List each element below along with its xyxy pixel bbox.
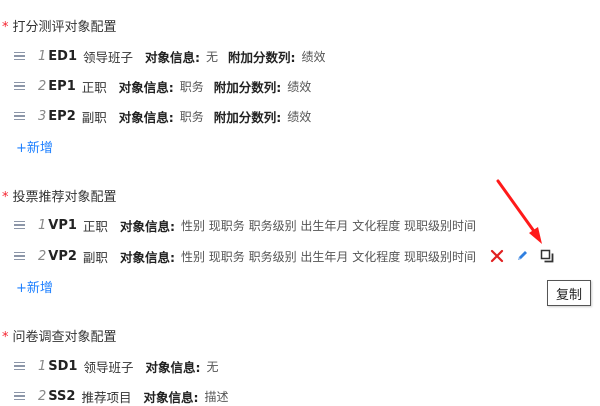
list-item: 2 EP1 正职 对象信息: 职务 附加分数列: 绩效 — [14, 76, 321, 96]
delete-button[interactable] — [488, 247, 506, 265]
section-title-text: 打分测评对象配置 — [12, 20, 117, 35]
row-index: 2 — [38, 388, 47, 404]
copy-icon — [540, 249, 554, 263]
row-code: ED1 — [48, 48, 77, 64]
row-index: 2 — [38, 78, 47, 94]
row-actions — [488, 247, 563, 265]
section-title-survey: * 问卷调查对象配置 — [2, 326, 117, 345]
row-code: SD1 — [48, 358, 78, 374]
info-label: 对象信息: — [118, 79, 174, 95]
row-index: 1 — [38, 358, 47, 374]
info-label: 对象信息: — [143, 389, 199, 405]
list-item: 1 ED1 领导班子 对象信息: 无 附加分数列: 绩效 — [14, 46, 336, 66]
list-item: 1 SD1 领导班子 对象信息: 无 — [14, 356, 229, 376]
required-mark: * — [2, 190, 9, 205]
info-value: 无 — [206, 359, 219, 374]
required-mark: * — [2, 330, 9, 345]
extra-value: 绩效 — [287, 109, 312, 124]
row-name: 正职 — [82, 218, 108, 234]
section-title-voting: * 投票推荐对象配置 — [2, 186, 117, 205]
drag-handle-icon[interactable] — [14, 390, 25, 403]
info-value: 性别 现职务 职务级别 出生年月 文化程度 现职级别时间 — [180, 249, 477, 264]
info-value: 无 — [206, 49, 219, 64]
row-name: 推荐项目 — [81, 389, 132, 405]
drag-handle-icon[interactable] — [14, 50, 25, 63]
row-index: 1 — [38, 217, 47, 233]
close-icon — [490, 249, 504, 263]
info-value: 职务 — [179, 79, 204, 94]
copy-button[interactable] — [538, 247, 556, 265]
info-label: 对象信息: — [119, 249, 175, 265]
info-value: 描述 — [204, 389, 229, 404]
info-value: 职务 — [179, 109, 204, 124]
drag-handle-icon[interactable] — [14, 110, 25, 123]
info-label: 对象信息: — [118, 109, 174, 125]
add-voting-object-link[interactable]: +新增 — [16, 277, 53, 296]
row-code: EP2 — [48, 108, 76, 124]
row-code: VP1 — [48, 217, 77, 233]
row-name: 副职 — [81, 109, 107, 125]
row-code: EP1 — [48, 78, 76, 94]
info-value: 性别 现职务 职务级别 出生年月 文化程度 现职级别时间 — [180, 218, 477, 233]
extra-label: 附加分数列: — [213, 109, 282, 125]
extra-value: 绩效 — [287, 79, 312, 94]
drag-handle-icon[interactable] — [14, 250, 25, 263]
list-item: 3 EP2 副职 对象信息: 职务 附加分数列: 绩效 — [14, 106, 321, 126]
row-index: 3 — [38, 108, 47, 124]
pencil-icon — [518, 251, 527, 260]
section-title-text: 问卷调查对象配置 — [12, 330, 117, 345]
drag-handle-icon[interactable] — [14, 80, 25, 93]
extra-label: 附加分数列: — [213, 79, 282, 95]
info-label: 对象信息: — [145, 49, 201, 65]
row-name: 正职 — [81, 79, 107, 95]
add-scoring-object-link[interactable]: +新增 — [16, 137, 53, 156]
section-title-text: 投票推荐对象配置 — [12, 190, 117, 205]
section-title-scoring: * 打分测评对象配置 — [2, 16, 117, 35]
list-item: 1 VP1 正职 对象信息: 性别 现职务 职务级别 出生年月 文化程度 现职级… — [14, 215, 486, 235]
list-item: 2 SS2 推荐项目 对象信息: 描述 — [14, 386, 239, 406]
list-item: 2 VP2 副职 对象信息: 性别 现职务 职务级别 出生年月 文化程度 现职级… — [14, 246, 486, 266]
extra-label: 附加分数列: — [228, 49, 296, 65]
drag-handle-icon[interactable] — [14, 219, 25, 232]
row-index: 2 — [38, 248, 47, 264]
row-name: 领导班子 — [83, 49, 134, 65]
row-name: 副职 — [82, 249, 108, 265]
row-code: VP2 — [48, 248, 77, 264]
extra-value: 绩效 — [301, 49, 326, 64]
edit-button[interactable] — [513, 247, 531, 265]
info-label: 对象信息: — [119, 218, 175, 234]
info-label: 对象信息: — [145, 359, 201, 375]
copy-tooltip: 复制 — [547, 280, 591, 306]
row-code: SS2 — [48, 388, 76, 404]
required-mark: * — [2, 20, 9, 35]
drag-handle-icon[interactable] — [14, 360, 25, 373]
row-name: 领导班子 — [83, 359, 134, 375]
row-index: 1 — [38, 48, 47, 64]
